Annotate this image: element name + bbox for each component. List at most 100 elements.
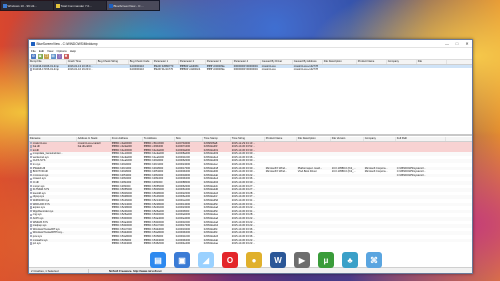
file-icon [29,224,32,227]
utorrent-icon[interactable]: μ [318,252,334,268]
driver-list-column-header[interactable]: Size [175,137,203,141]
status-credit-link[interactable]: NirSoft Freeware. http://www.nirsoft.net [89,269,162,273]
crash-list-cell: 00000000`00000004 [233,68,258,72]
driver-list-column-header[interactable]: File Description [297,137,331,141]
word-icon[interactable]: W [270,252,286,268]
crash-list-column-header[interactable]: Caused By Address [293,60,323,64]
driver-list-cell: 0x5632a1ae [203,242,219,246]
file-icon [29,192,32,195]
driver-list-column-header[interactable]: Product Name [265,137,297,141]
crash-list-cell [417,68,447,72]
crash-list-column-header[interactable]: Dump File [29,60,67,64]
copy-icon[interactable]: ❐ [44,53,49,59]
file-icon [29,156,32,159]
menu-help[interactable]: Help [70,49,76,53]
file-icon [29,181,32,184]
crash-list-cell: 2016-01-10 16:23:3... [67,68,93,72]
file-icon [29,177,32,180]
save-icon[interactable]: ▣ [37,53,43,59]
fileshare-icon[interactable]: ◢ [198,252,214,268]
crash-list-column-header[interactable]: Company [387,60,417,64]
file-icon [29,163,32,166]
file-icon [29,184,32,188]
driver-list-cell [396,242,446,246]
driver-list-column-header[interactable]: From Address [111,137,143,141]
exit-icon[interactable]: ✖ [63,53,69,59]
store-icon[interactable]: ▣ [174,252,190,268]
driver-list-cell: 0x0004e000 [175,242,191,246]
crash-list-column-header[interactable]: Caused By Driver [261,60,293,64]
crash-list-cell: ffffffff`c000009a [206,68,225,72]
file-icon [29,242,32,245]
minimize-button[interactable]: — [442,40,452,48]
file-icon [29,227,32,231]
file-icon [29,195,32,198]
crash-list-column-header[interactable]: Parameter 4 [233,60,261,64]
app-icon[interactable]: ♣ [342,252,358,268]
crash-list-column-header[interactable]: Product Name [357,60,387,64]
window-tab-total-commander[interactable]: Total Commander 7.0... [54,1,106,10]
title-bar[interactable]: BlueScreenView - C:\WINDOWS\Minidump — □… [29,40,472,48]
total-commander-icon [55,3,60,8]
file-icon [29,199,32,202]
menu-edit[interactable]: Edit [39,49,44,53]
maximize-button[interactable]: □ [452,40,462,48]
file-icon [29,145,32,148]
close-button[interactable]: ✕ [462,40,472,48]
driver-list-cell [331,242,364,246]
driver-list-column-header[interactable]: Address In Stack [77,137,111,141]
window-tab-bluescreenview[interactable]: BlueScreenView - C:... [107,1,159,10]
file-icon [29,213,32,216]
driver-list-column-header[interactable]: Company [364,137,396,141]
explorer-icon[interactable]: ▤ [150,252,166,268]
bluescreenview-icon [108,3,113,8]
driver-list-column-header[interactable]: Full Path [396,137,446,141]
driver-list-cell [77,242,111,246]
file-icon [29,141,32,144]
properties-icon[interactable]: ⓘ [57,53,62,59]
crash-list-column-header[interactable]: Parameter 1 [153,60,179,64]
crash-list-column-header[interactable]: File Description [323,60,357,64]
window-tab-label: BlueScreenView - C:... [113,3,144,8]
network-icon[interactable]: ⌘ [366,252,382,268]
chrome-icon[interactable]: ● [246,252,262,268]
crash-list-column-header[interactable]: Bug Check Code [129,60,153,64]
window-tab-label: Windows 10 - 99 Hit... [7,3,37,8]
crash-list-column-header[interactable]: Parameter 3 [206,60,233,64]
crash-list-cell: ntoskrnl.exe [261,68,276,72]
crash-list-row[interactable]: 011016-17156-01.dmp 2016-01-10 16:23:3...… [29,68,472,72]
advanced-options-icon[interactable]: ⚙ [31,53,36,59]
driver-list-cell [364,242,396,246]
driver-list-column-header[interactable]: Time Stamp [203,137,231,141]
html-report-icon[interactable]: ▤ [50,53,56,59]
menu-view[interactable]: View [47,49,53,53]
window-tab-browser[interactable]: Windows 10 - 99 Hit... [1,1,53,10]
crash-list-column-header[interactable]: Bug Check String [97,60,129,64]
crash-list-column-header[interactable]: Parameter 2 [179,60,206,64]
driver-list-column-header[interactable]: Filename [29,137,77,141]
crash-list-cell [387,68,417,72]
app-icon [31,41,35,46]
crash-list-column-header[interactable]: File [417,60,447,64]
driver-list-column-header[interactable]: To Address [143,137,175,141]
menu-file[interactable]: File [31,49,36,53]
file-icon [29,238,32,241]
file-icon [29,217,32,220]
driver-list-column-header[interactable]: File Version [331,137,364,141]
media-icon[interactable]: ▶ [294,252,310,268]
crash-list-cell: ntoskrnl.exe+142778 [293,68,318,72]
driver-list-cell: pci.sys [29,242,77,246]
window-title: BlueScreenView - C:\WINDOWS\Minidump [36,41,98,46]
driver-list-column-header[interactable]: Time String [231,137,265,141]
file-icon [29,170,32,173]
crash-list-column-header[interactable]: Crash Time [67,60,97,64]
menu-options[interactable]: Options [56,49,66,53]
file-icon [29,64,32,67]
driver-list-row[interactable]: pci.sys fffff801`b5404000 fffff801`b545200… [29,242,472,246]
taskbar-dock: ▤ ▣ ◢ O ● W ▶ μ ♣ ⌘ [150,252,382,268]
crash-list-cell: ffffe00`01c1b770 [153,68,174,72]
driver-list-cell: fffff801`b5404000 [111,242,132,246]
toolbar: ⚙ ▣ ❐ ▤ ⓘ ✖ [29,53,472,60]
opera-icon[interactable]: O [222,252,238,268]
file-icon [29,188,32,191]
